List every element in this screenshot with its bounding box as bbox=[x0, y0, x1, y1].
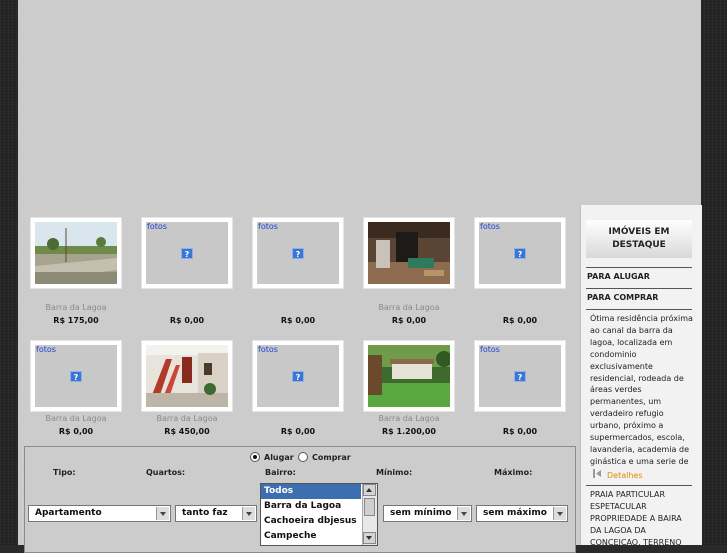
bairro-option[interactable]: Barra da Lagoa bbox=[261, 499, 361, 514]
featured-title: IMÓVEIS EM DESTAQUE bbox=[586, 220, 692, 258]
fotos-link[interactable]: fotos bbox=[258, 222, 278, 231]
radio-comprar[interactable] bbox=[298, 452, 308, 462]
listing-thumbnail[interactable]: fotos ? bbox=[141, 217, 233, 289]
listing-price: R$ 1.200,00 bbox=[382, 427, 436, 436]
fotos-link[interactable]: fotos bbox=[258, 345, 278, 354]
listing-price: R$ 450,00 bbox=[164, 427, 210, 436]
bairro-listbox[interactable]: Todos Barra da Lagoa Cachoeira dbjesus C… bbox=[260, 483, 378, 546]
missing-image-icon: ? bbox=[514, 371, 526, 382]
listing-photo-missing: fotos ? bbox=[257, 345, 339, 407]
featured-description: Ótima residência próxima ao canal da bar… bbox=[590, 314, 693, 466]
listing-price: R$ 0,00 bbox=[280, 427, 316, 436]
listing-place: Barra da Lagoa bbox=[156, 414, 218, 423]
listing-thumbnail[interactable]: fotos ? bbox=[252, 217, 344, 289]
maximo-label: Máximo: bbox=[494, 468, 533, 477]
divider bbox=[586, 485, 692, 486]
listing-photo-missing: fotos ? bbox=[35, 345, 117, 407]
listing-price: R$ 0,00 bbox=[502, 427, 538, 436]
listing-thumbnail[interactable] bbox=[363, 340, 455, 412]
listing-thumbnail[interactable] bbox=[363, 217, 455, 289]
listing-price: R$ 0,00 bbox=[391, 316, 427, 325]
maximo-select-value: sem máximo bbox=[483, 508, 547, 518]
chevron-down-icon bbox=[242, 507, 255, 520]
listing-thumbnail[interactable]: fotos ? bbox=[30, 340, 122, 412]
divider bbox=[586, 267, 692, 268]
chevron-down-icon bbox=[156, 507, 169, 520]
listing-photo-field bbox=[35, 222, 117, 284]
divider bbox=[586, 288, 692, 289]
quartos-label: Quartos: bbox=[146, 468, 186, 477]
fotos-link[interactable]: fotos bbox=[147, 222, 167, 231]
featured-description-2: PRAIA PARTICULAR ESPETACULAR PROPRIEDADE… bbox=[590, 490, 682, 547]
listing-price: R$ 175,00 bbox=[53, 316, 99, 325]
missing-image-icon: ? bbox=[181, 248, 193, 259]
radio-alugar[interactable] bbox=[250, 452, 260, 462]
minimo-select-value: sem mínimo bbox=[390, 508, 452, 518]
listing-photo-garden bbox=[368, 345, 450, 407]
radio-alugar-label[interactable]: Alugar bbox=[264, 453, 294, 462]
listing-photo-missing: fotos ? bbox=[146, 222, 228, 284]
quartos-select-value: tanto faz bbox=[182, 508, 228, 518]
details-link[interactable]: Detalhes bbox=[607, 471, 643, 480]
radio-comprar-label[interactable]: Comprar bbox=[312, 453, 351, 462]
chevron-down-icon bbox=[553, 507, 566, 520]
listing-price: R$ 0,00 bbox=[169, 316, 205, 325]
scroll-down-icon[interactable] bbox=[363, 532, 376, 544]
listing-thumbnail[interactable] bbox=[30, 217, 122, 289]
listing-photo-interior bbox=[368, 222, 450, 284]
divider bbox=[586, 309, 692, 310]
listing-place: Barra da Lagoa bbox=[378, 303, 440, 312]
scroll-thumb[interactable] bbox=[364, 498, 375, 516]
quartos-select[interactable]: tanto faz bbox=[175, 505, 257, 522]
missing-image-icon: ? bbox=[292, 371, 304, 382]
minimo-select[interactable]: sem mínimo bbox=[383, 505, 472, 522]
listing-place: Barra da Lagoa bbox=[378, 414, 440, 423]
scroll-up-icon[interactable] bbox=[363, 484, 376, 496]
search-panel: Alugar Comprar Tipo: Quartos: Bairro: Mí… bbox=[24, 446, 576, 553]
maximo-select[interactable]: sem máximo bbox=[476, 505, 568, 522]
details-arrow-icon bbox=[593, 469, 601, 478]
listing-price: R$ 0,00 bbox=[280, 316, 316, 325]
chevron-down-icon bbox=[457, 507, 470, 520]
listing-thumbnail[interactable]: fotos ? bbox=[474, 217, 566, 289]
listing-price: R$ 0,00 bbox=[502, 316, 538, 325]
bairro-label: Bairro: bbox=[265, 468, 296, 477]
minimo-label: Mínimo: bbox=[376, 468, 413, 477]
tipo-label: Tipo: bbox=[53, 468, 76, 477]
page-container: fotos ? fotos ? fotos ? Barra da Lagoa B… bbox=[18, 0, 702, 553]
bairro-option[interactable]: Cachoeira dbjesus bbox=[261, 514, 361, 529]
link-para-comprar[interactable]: PARA COMPRAR bbox=[587, 293, 658, 302]
link-para-alugar[interactable]: PARA ALUGAR bbox=[587, 272, 650, 281]
listing-thumbnail[interactable]: fotos ? bbox=[252, 340, 344, 412]
listing-price: R$ 0,00 bbox=[58, 427, 94, 436]
listing-photo-house bbox=[146, 345, 228, 407]
fotos-link[interactable]: fotos bbox=[36, 345, 56, 354]
listing-thumbnail[interactable]: fotos ? bbox=[474, 340, 566, 412]
bairro-option[interactable]: Todos bbox=[261, 484, 361, 499]
listing-photo-missing: fotos ? bbox=[479, 345, 561, 407]
fotos-link[interactable]: fotos bbox=[480, 222, 500, 231]
listing-photo-missing: fotos ? bbox=[479, 222, 561, 284]
header-banner bbox=[18, 0, 701, 203]
bairro-option[interactable]: Campeche bbox=[261, 529, 361, 544]
listing-place: Barra da Lagoa bbox=[45, 414, 107, 423]
listing-place: Barra da Lagoa bbox=[45, 303, 107, 312]
listing-thumbnail[interactable] bbox=[141, 340, 233, 412]
bairro-scrollbar[interactable] bbox=[362, 484, 377, 545]
missing-image-icon: ? bbox=[70, 371, 82, 382]
listing-photo-missing: fotos ? bbox=[257, 222, 339, 284]
featured-sidebar: IMÓVEIS EM DESTAQUE PARA ALUGAR PARA COM… bbox=[580, 205, 702, 547]
tipo-select-value: Apartamento bbox=[35, 508, 102, 518]
tipo-select[interactable]: Apartamento bbox=[28, 505, 171, 522]
fotos-link[interactable]: fotos bbox=[480, 345, 500, 354]
missing-image-icon: ? bbox=[292, 248, 304, 259]
missing-image-icon: ? bbox=[514, 248, 526, 259]
